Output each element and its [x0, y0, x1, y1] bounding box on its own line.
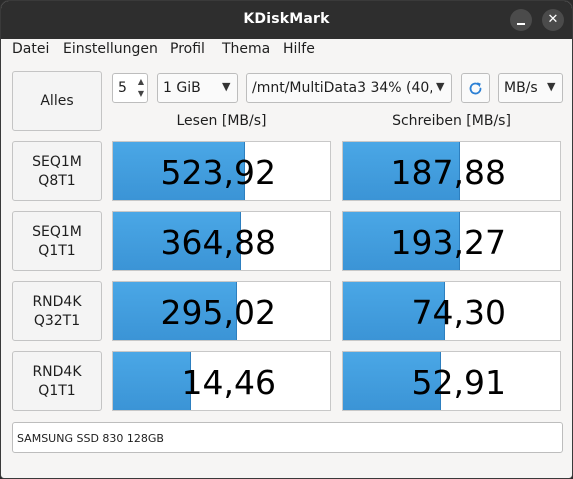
read-value: 295,02: [160, 293, 276, 332]
menu-profil[interactable]: Profil: [170, 41, 205, 57]
menu-einstellungen[interactable]: Einstellungen: [63, 41, 158, 57]
test-params: Q1T1: [38, 383, 76, 399]
minimize-button[interactable]: [510, 9, 532, 31]
read-value: 523,92: [160, 153, 276, 192]
test-button-seq1m-q8t1[interactable]: SEQ1M Q8T1: [12, 141, 102, 201]
kdiskmark-window: KDiskMark ✕ Datei Einstellungen Profil T…: [0, 0, 573, 479]
unit-value: MB/s: [504, 80, 538, 96]
test-params: Q1T1: [38, 243, 76, 259]
test-name: SEQ1M: [32, 154, 82, 170]
test-params: Q8T1: [38, 173, 76, 189]
spin-down-icon[interactable]: ▼: [135, 89, 147, 98]
size-select[interactable]: 1 GiB ▼: [157, 73, 238, 103]
read-column-header: Lesen [MB/s]: [176, 113, 267, 129]
window-title: KDiskMark: [243, 11, 330, 27]
write-value: 52,91: [411, 363, 506, 402]
read-result-rnd4k-q1t1: 14,46: [112, 351, 331, 411]
read-result-seq1m-q1t1: 364,88: [112, 211, 331, 271]
menu-hilfe[interactable]: Hilfe: [283, 41, 315, 57]
runs-value: 5: [118, 80, 127, 96]
runs-spinbox[interactable]: 5 ▲ ▼: [112, 73, 148, 103]
unit-select[interactable]: MB/s ▼: [498, 73, 563, 103]
close-button[interactable]: ✕: [542, 9, 564, 31]
refresh-icon: [469, 82, 482, 95]
close-icon: ✕: [547, 12, 559, 27]
test-button-rnd4k-q32t1[interactable]: RND4K Q32T1: [12, 281, 102, 341]
menu-bar: Datei Einstellungen Profil Thema Hilfe: [1, 39, 572, 61]
read-result-seq1m-q8t1: 523,92: [112, 141, 331, 201]
write-value: 74,30: [411, 293, 506, 332]
test-name: SEQ1M: [32, 224, 82, 240]
read-value: 364,88: [160, 223, 276, 262]
chevron-down-icon: ▼: [222, 80, 231, 93]
read-result-rnd4k-q32t1: 295,02: [112, 281, 331, 341]
write-result-rnd4k-q1t1: 52,91: [342, 351, 561, 411]
test-button-seq1m-q1t1[interactable]: SEQ1M Q1T1: [12, 211, 102, 271]
target-path-select[interactable]: /mnt/MultiData3 34% (40, ▼: [246, 73, 452, 103]
minimize-icon: [517, 23, 525, 25]
write-value: 187,88: [390, 153, 506, 192]
write-result-seq1m-q1t1: 193,27: [342, 211, 561, 271]
write-result-rnd4k-q32t1: 74,30: [342, 281, 561, 341]
target-path-value: /mnt/MultiData3 34% (40,: [252, 80, 432, 96]
test-name: RND4K: [32, 364, 82, 380]
spin-up-icon[interactable]: ▲: [135, 77, 147, 86]
device-info-field[interactable]: SAMSUNG SSD 830 128GB: [12, 422, 563, 453]
all-tests-button[interactable]: Alles: [12, 71, 102, 131]
title-bar: KDiskMark ✕: [1, 1, 572, 39]
chevron-down-icon: ▼: [436, 80, 445, 93]
test-name: RND4K: [32, 294, 82, 310]
menu-datei[interactable]: Datei: [12, 41, 49, 57]
read-value: 14,46: [181, 363, 276, 402]
write-column-header: Schreiben [MB/s]: [392, 113, 511, 129]
menu-thema[interactable]: Thema: [222, 41, 270, 57]
chevron-down-icon: ▼: [547, 80, 556, 93]
size-value: 1 GiB: [163, 80, 201, 96]
write-result-seq1m-q8t1: 187,88: [342, 141, 561, 201]
refresh-button[interactable]: [461, 73, 490, 103]
test-params: Q32T1: [33, 313, 81, 329]
write-value: 193,27: [390, 223, 506, 262]
test-button-rnd4k-q1t1[interactable]: RND4K Q1T1: [12, 351, 102, 411]
